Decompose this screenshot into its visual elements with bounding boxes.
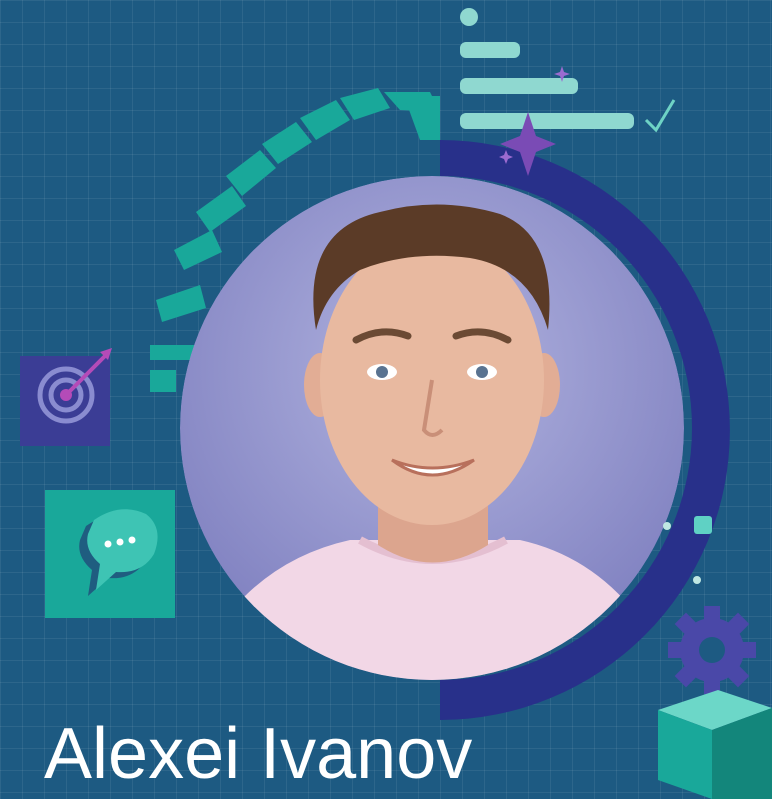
chat-card xyxy=(45,490,175,618)
cube-icon xyxy=(658,690,772,799)
status-dot xyxy=(460,8,478,26)
gear-icon xyxy=(668,606,756,694)
person-name: Alexei Ivanov xyxy=(44,714,473,794)
checkmark-icon xyxy=(644,99,676,133)
illustration xyxy=(20,8,772,799)
target-card xyxy=(20,348,112,446)
status-bar-3 xyxy=(460,113,634,129)
status-bar-1 xyxy=(460,42,520,58)
status-bar-2 xyxy=(460,78,578,94)
